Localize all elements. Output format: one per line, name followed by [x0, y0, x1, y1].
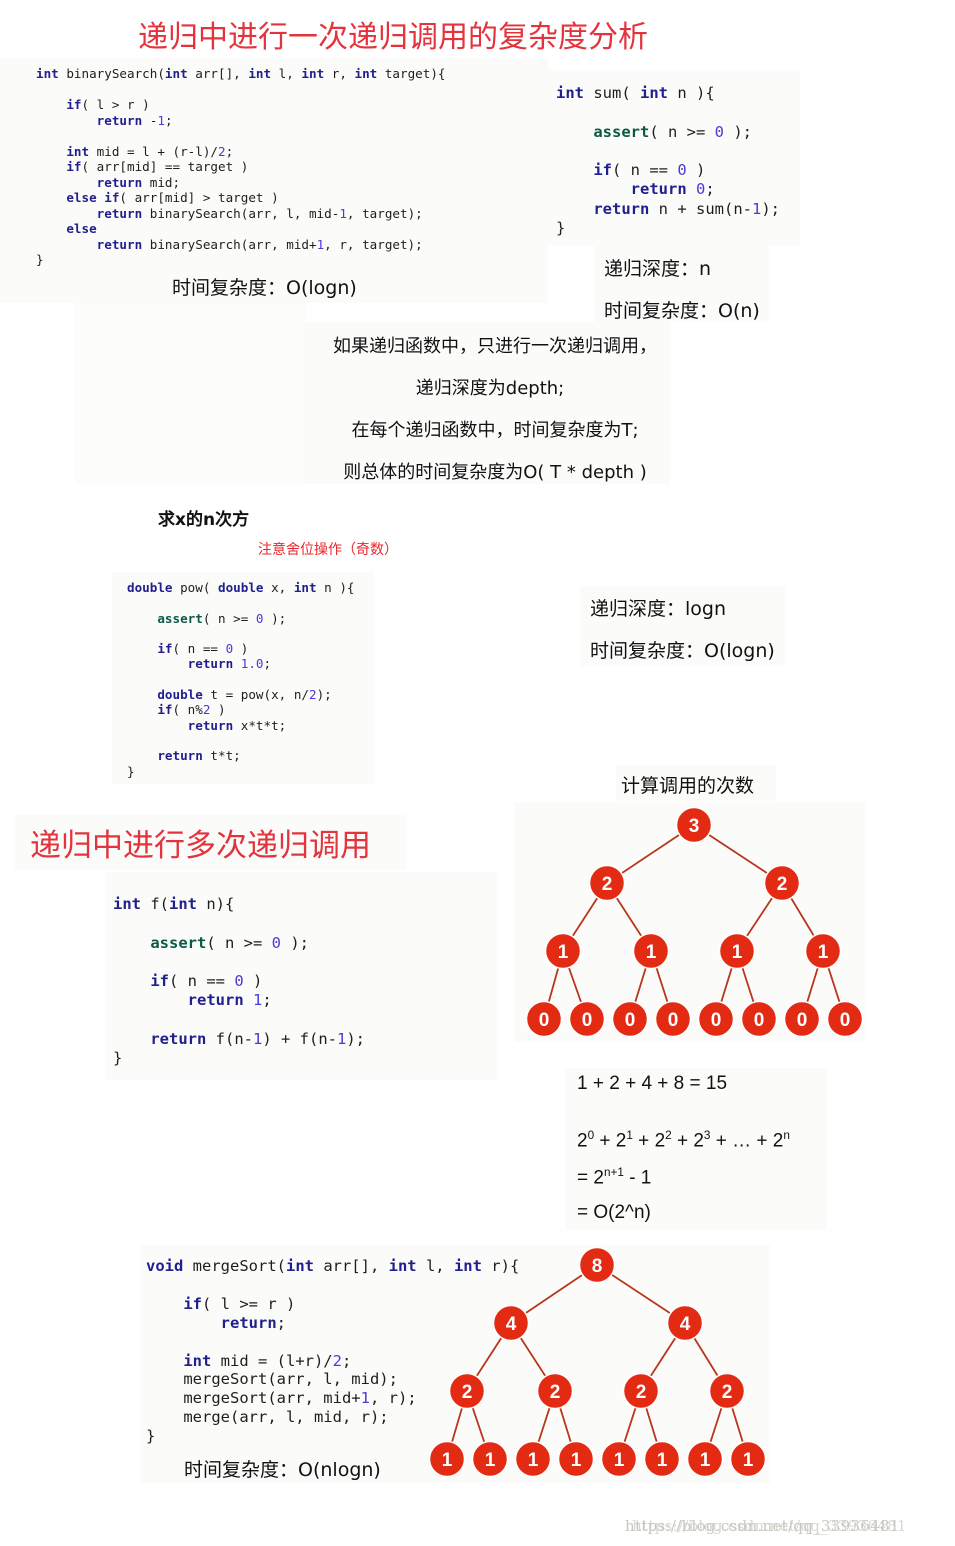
merge-tree: 8 4 4 2 2 2 2 1 1 1 1 1 1 1 1: [428, 1246, 767, 1478]
tree-node-label: 2: [462, 1382, 473, 1403]
tree-node: 2: [708, 1372, 746, 1410]
tree-node: 1: [428, 1440, 466, 1478]
tree-node-label: 1: [528, 1450, 539, 1471]
tree-node: 4: [666, 1304, 704, 1342]
tree-node-label: 1: [571, 1450, 582, 1471]
tree-node: 1: [557, 1440, 595, 1478]
tree-node-label: 1: [700, 1450, 711, 1471]
tree-node: 1: [686, 1440, 724, 1478]
tree-node-label: 4: [506, 1314, 517, 1335]
tree-node-label: 1: [743, 1450, 754, 1471]
tree-node: 1: [643, 1440, 681, 1478]
tree-node: 1: [514, 1440, 552, 1478]
tree-node-label: 2: [550, 1382, 561, 1403]
tree-node-label: 2: [722, 1382, 733, 1403]
tree-node: 4: [492, 1304, 530, 1342]
tree-node-label: 8: [592, 1256, 603, 1277]
tree-node: 2: [536, 1372, 574, 1410]
tree-node-label: 1: [657, 1450, 668, 1471]
tree-node: 2: [622, 1372, 660, 1410]
tree-node: 8: [578, 1246, 616, 1284]
watermark-shadow: https://blog.csdn.net/qq_33936481: [632, 1517, 907, 1535]
tree-node: 1: [600, 1440, 638, 1478]
tree-node: 1: [729, 1440, 767, 1478]
tree-node-label: 1: [614, 1450, 625, 1471]
tree-node-label: 4: [680, 1314, 691, 1335]
tree-node-label: 1: [442, 1450, 453, 1471]
tree-node: 1: [471, 1440, 509, 1478]
tree-node: 2: [448, 1372, 486, 1410]
tree-node-label: 2: [636, 1382, 647, 1403]
tree-node-label: 1: [485, 1450, 496, 1471]
